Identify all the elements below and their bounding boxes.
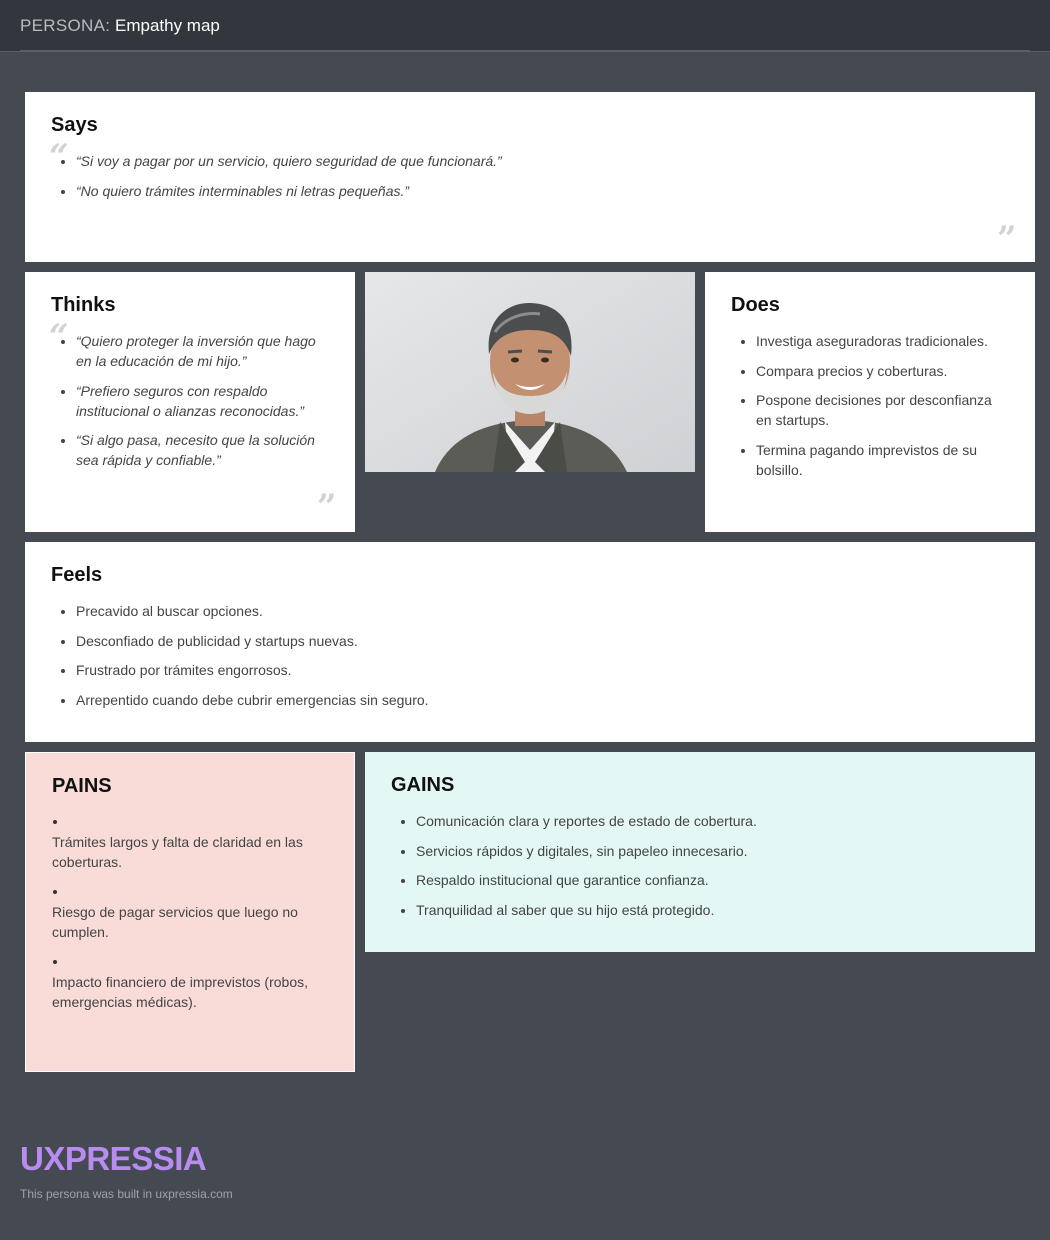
bullet-icon xyxy=(52,952,328,972)
does-item: Compara precios y coberturas. xyxy=(756,361,1009,381)
says-card: Says “Si voy a pagar por un servicio, qu… xyxy=(25,92,1035,262)
pains-item-text: Riesgo de pagar servicios que luego no c… xyxy=(52,904,298,940)
persona-avatar-illustration xyxy=(365,272,695,472)
feels-item: Frustrado por trámites engorrosos. xyxy=(76,660,1009,680)
feels-item: Desconfiado de publicidad y startups nue… xyxy=(76,631,1009,651)
gains-item: Servicios rápidos y digitales, sin papel… xyxy=(416,841,1009,861)
gains-item: Respaldo institucional que garantice con… xyxy=(416,870,1009,890)
quote-close-icon: ” xyxy=(997,219,1017,259)
header-bar: PERSONA: Empathy map xyxy=(0,0,1050,52)
gains-item: Tranquilidad al saber que su hijo está p… xyxy=(416,900,1009,920)
does-title: Does xyxy=(731,294,780,316)
pains-item-text: Impacto financiero de imprevistos (robos… xyxy=(52,974,308,1010)
gains-card: GAINS Comunicación clara y reportes de e… xyxy=(365,752,1035,952)
page-title: PERSONA: Empathy map xyxy=(20,16,220,36)
feels-list: Precavido al buscar opciones. Desconfiad… xyxy=(51,601,1009,710)
quote-open-icon: “ xyxy=(49,317,69,357)
pains-item-text: Trámites largos y falta de claridad en l… xyxy=(52,834,303,870)
feels-item: Precavido al buscar opciones. xyxy=(76,601,1009,621)
footer-credit: This persona was built in uxpressia.com xyxy=(20,1187,233,1201)
pains-card: PAINS Trámites largos y falta de clarida… xyxy=(25,752,355,1072)
feels-card: Feels Precavido al buscar opciones. Desc… xyxy=(25,542,1035,742)
pains-title: PAINS xyxy=(52,775,112,797)
header-divider xyxy=(20,50,1030,51)
title-prefix: PERSONA: xyxy=(20,16,111,35)
pains-item: Riesgo de pagar servicios que luego no c… xyxy=(52,882,328,942)
says-item: “No quiero trámites interminables ni let… xyxy=(76,181,1009,201)
pains-item: Impacto financiero de imprevistos (robos… xyxy=(52,952,328,1012)
thinks-card: Thinks “Quiero proteger la inversión que… xyxy=(25,272,355,532)
does-card: Does Investiga aseguradoras tradicionale… xyxy=(705,272,1035,532)
thinks-item: “Quiero proteger la inversión que hago e… xyxy=(76,331,329,371)
persona-photo xyxy=(365,272,695,472)
thinks-item: “Prefiero seguros con respaldo instituci… xyxy=(76,381,329,421)
says-title: Says xyxy=(51,114,98,136)
does-item: Investiga aseguradoras tradicionales. xyxy=(756,331,1009,351)
gains-title: GAINS xyxy=(391,774,455,796)
bullet-icon xyxy=(52,812,328,832)
quote-close-icon: ” xyxy=(317,487,337,527)
bullet-icon xyxy=(52,882,328,902)
feels-item: Arrepentido cuando debe cubrir emergenci… xyxy=(76,690,1009,710)
says-list: “Si voy a pagar por un servicio, quiero … xyxy=(51,151,1009,201)
does-item: Pospone decisiones por desconfianza en s… xyxy=(756,390,1009,430)
thinks-list: “Quiero proteger la inversión que hago e… xyxy=(51,331,329,470)
gains-item: Comunicación clara y reportes de estado … xyxy=(416,811,1009,831)
title-text: Empathy map xyxy=(115,16,220,35)
does-list: Investiga aseguradoras tradicionales. Co… xyxy=(731,331,1009,480)
quote-open-icon: “ xyxy=(49,137,69,177)
thinks-title: Thinks xyxy=(51,294,116,316)
feels-title: Feels xyxy=(51,564,103,586)
thinks-item: “Si algo pasa, necesito que la solución … xyxy=(76,430,329,470)
pains-item: Trámites largos y falta de claridad en l… xyxy=(52,812,328,872)
uxpressia-logo[interactable]: UXPRESSIA xyxy=(20,1140,207,1178)
pains-list: Trámites largos y falta de claridad en l… xyxy=(52,812,328,1012)
gains-list: Comunicación clara y reportes de estado … xyxy=(391,811,1009,920)
says-item: “Si voy a pagar por un servicio, quiero … xyxy=(76,151,1009,171)
does-item: Termina pagando imprevistos de su bolsil… xyxy=(756,440,1009,480)
